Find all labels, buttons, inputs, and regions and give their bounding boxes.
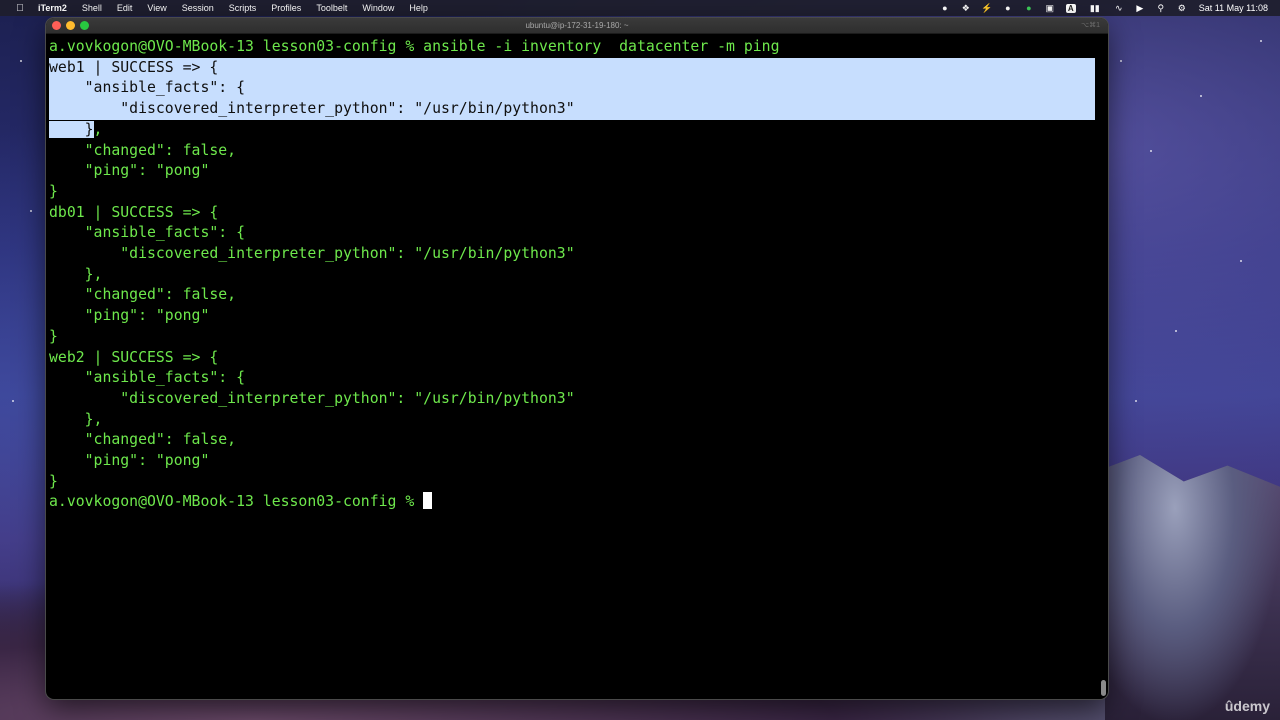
window-shortcut: ⌥⌘1 bbox=[1081, 22, 1100, 29]
menu-item-help[interactable]: Help bbox=[409, 3, 428, 13]
dot-green-icon[interactable]: ● bbox=[1024, 3, 1034, 13]
menu-item-session[interactable]: Session bbox=[182, 3, 214, 13]
window-titlebar[interactable]: ubuntu@ip-172-31-19-180: ~ ⌥⌘1 bbox=[46, 18, 1108, 34]
control-center-icon[interactable]: ⚙ bbox=[1177, 3, 1187, 13]
terminal-line: "changed": false, bbox=[49, 141, 237, 159]
wallpaper-rock bbox=[1105, 455, 1280, 720]
terminal-line-selected: "discovered_interpreter_python": "/usr/b… bbox=[49, 99, 1095, 120]
terminal-line-selected: "ansible_facts": { bbox=[49, 78, 1095, 100]
terminal-line: } bbox=[49, 472, 58, 490]
terminal-line: a.vovkogon@OVO-MBook-13 lesson03-config … bbox=[49, 38, 780, 55]
wifi-icon[interactable]: ∿ bbox=[1114, 3, 1124, 13]
text-cursor bbox=[423, 492, 433, 510]
menu-item-profiles[interactable]: Profiles bbox=[271, 3, 301, 13]
menu-item-window[interactable]: Window bbox=[362, 3, 394, 13]
keyboard-a-icon[interactable]: A bbox=[1065, 3, 1076, 13]
play-icon[interactable]: ▶ bbox=[1135, 3, 1145, 13]
terminal-line: "changed": false, bbox=[49, 286, 237, 304]
menu-item-scripts[interactable]: Scripts bbox=[229, 3, 257, 13]
box-icon[interactable]: ▣ bbox=[1045, 3, 1055, 13]
terminal-prompt-line[interactable]: a.vovkogon@OVO-MBook-13 lesson03-config … bbox=[49, 492, 1095, 513]
record-icon[interactable]: ● bbox=[940, 3, 950, 13]
terminal-window[interactable]: ubuntu@ip-172-31-19-180: ~ ⌥⌘1 a.vovkogo… bbox=[46, 18, 1108, 699]
menu-bar:  iTerm2 Shell Edit View Session Scripts… bbox=[0, 0, 1280, 16]
terminal-line: web2 | SUCCESS => { bbox=[49, 348, 219, 366]
terminal-line: "changed": false, bbox=[49, 431, 237, 449]
dot-icon[interactable]: ● bbox=[1003, 3, 1013, 13]
terminal-line: "ansible_facts": { bbox=[49, 224, 245, 242]
dropbox-icon[interactable]: ❖ bbox=[961, 3, 971, 13]
menu-item-shell[interactable]: Shell bbox=[82, 3, 102, 13]
scrollbar[interactable] bbox=[1101, 680, 1106, 696]
selection-fragment: } bbox=[49, 120, 94, 138]
menu-item-toolbelt[interactable]: Toolbelt bbox=[316, 3, 347, 13]
terminal-line-selected: web1 | SUCCESS => { bbox=[49, 57, 1095, 79]
bolt-icon[interactable]: ⚡ bbox=[981, 3, 992, 13]
menu-item-edit[interactable]: Edit bbox=[117, 3, 133, 13]
udemy-watermark: ûdemy bbox=[1224, 698, 1270, 714]
window-title: ubuntu@ip-172-31-19-180: ~ bbox=[525, 21, 629, 30]
apple-icon[interactable]:  bbox=[14, 3, 26, 14]
terminal-line: "ansible_facts": { bbox=[49, 369, 245, 387]
menu-item-view[interactable]: View bbox=[147, 3, 166, 13]
terminal-line: } bbox=[49, 182, 58, 200]
menu-app-name[interactable]: iTerm2 bbox=[38, 3, 67, 13]
terminal-line: "ping": "pong" bbox=[49, 162, 210, 180]
terminal-line: }, bbox=[49, 265, 103, 283]
battery-icon[interactable]: ▮▮ bbox=[1087, 3, 1103, 13]
terminal-line: "ping": "pong" bbox=[49, 452, 210, 469]
terminal-line: "discovered_interpreter_python": "/usr/b… bbox=[49, 389, 575, 407]
search-icon[interactable]: ⚲ bbox=[1156, 3, 1166, 13]
line-remainder: , bbox=[93, 120, 103, 138]
terminal-line: db01 | SUCCESS => { bbox=[49, 203, 219, 221]
terminal-line: } bbox=[49, 327, 58, 345]
terminal-output[interactable]: a.vovkogon@OVO-MBook-13 lesson03-config … bbox=[49, 37, 1095, 692]
terminal-line: }, bbox=[49, 410, 103, 428]
menu-clock[interactable]: Sat 11 May 11:08 bbox=[1199, 3, 1268, 13]
terminal-line-partial-selection: }, bbox=[49, 120, 1095, 141]
terminal-line: "discovered_interpreter_python": "/usr/b… bbox=[49, 245, 575, 262]
terminal-line: "ping": "pong" bbox=[49, 307, 210, 325]
shell-prompt: a.vovkogon@OVO-MBook-13 lesson03-config … bbox=[49, 493, 424, 511]
